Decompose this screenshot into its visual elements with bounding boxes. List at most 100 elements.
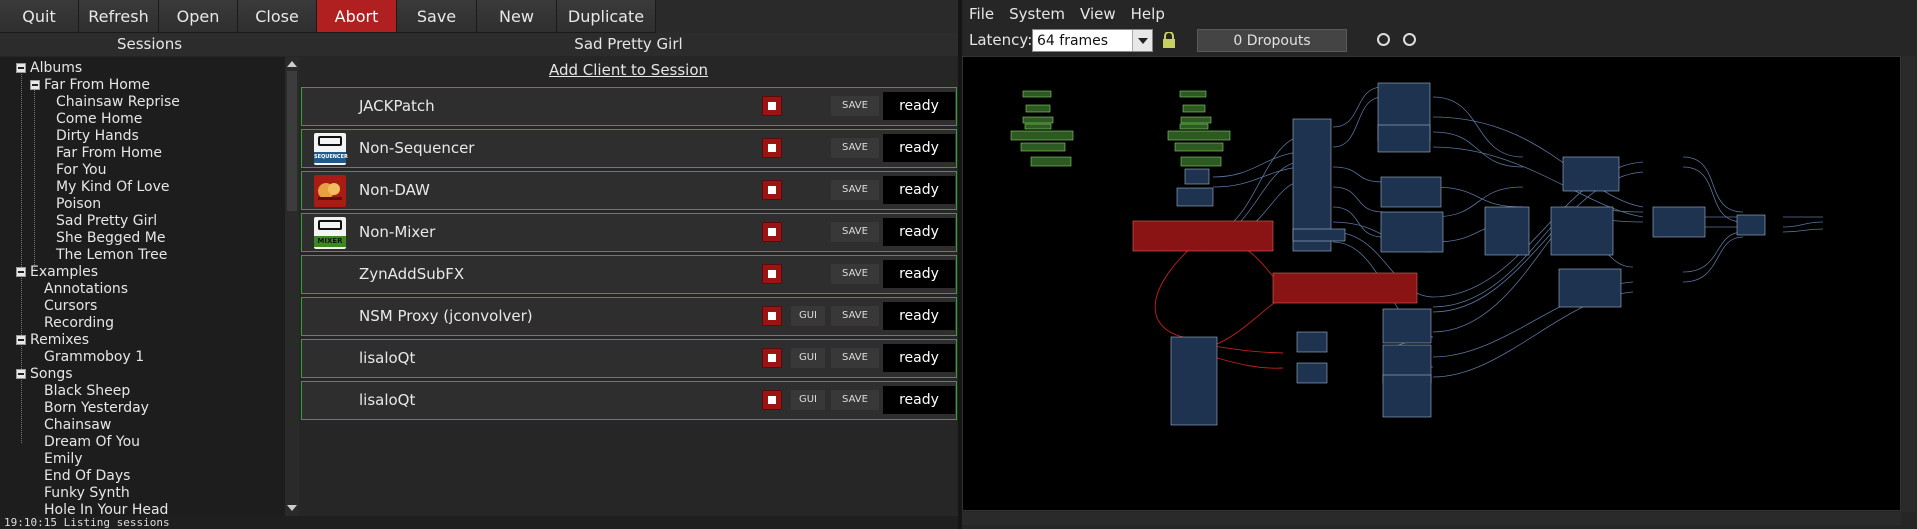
tree-item[interactable]: Cursors — [44, 298, 97, 315]
client-save-button[interactable]: SAVE — [831, 138, 879, 158]
dropouts-indicator[interactable]: 0 Dropouts — [1197, 29, 1347, 52]
transport-icon[interactable] — [1377, 33, 1390, 46]
tree-scrollbar[interactable] — [285, 57, 299, 516]
session-title: Sad Pretty Girl — [299, 33, 958, 56]
tree-item[interactable]: Chainsaw Reprise — [56, 94, 180, 111]
tree-node-far-from-home[interactable]: Far From Home — [30, 77, 150, 94]
stop-client-button[interactable] — [762, 390, 782, 410]
status-line: 19:10:15 Listing sessions — [0, 516, 958, 529]
sessions-header: Sessions — [0, 33, 299, 56]
tree-scroll-thumb[interactable] — [287, 71, 297, 211]
add-client-label: Add Client to Session — [548, 61, 709, 79]
client-save-button[interactable]: SAVE — [831, 264, 879, 284]
abort-button[interactable]: Abort — [317, 0, 397, 33]
patchbay-canvas[interactable] — [962, 56, 1901, 511]
client-name: lisaloQt — [359, 349, 416, 367]
tree-item[interactable]: Annotations — [44, 281, 128, 298]
add-client-button[interactable]: Add Client to Session — [299, 59, 958, 82]
client-save-button[interactable]: SAVE — [831, 222, 879, 242]
tree-item[interactable]: Dream Of You — [44, 434, 140, 451]
client-save-button[interactable]: SAVE — [831, 306, 879, 326]
new-button[interactable]: New — [477, 0, 557, 33]
tree-item[interactable]: Far From Home — [56, 145, 162, 162]
tree-item[interactable]: Dirty Hands — [56, 128, 139, 145]
blue-modules — [1170, 82, 1766, 426]
stop-client-button[interactable] — [762, 306, 782, 326]
tree-item[interactable]: The Lemon Tree — [56, 247, 167, 264]
stop-client-button[interactable] — [762, 180, 782, 200]
duplicate-button[interactable]: Duplicate — [557, 0, 656, 33]
client-save-button[interactable]: SAVE — [831, 180, 879, 200]
tree-item[interactable]: Poison — [56, 196, 101, 213]
chevron-down-icon[interactable] — [1132, 30, 1152, 51]
latency-select[interactable]: 64 frames — [1032, 29, 1153, 52]
icon-caption: SEQUENCER — [314, 152, 348, 163]
stop-client-button[interactable] — [762, 222, 782, 242]
stop-client-button[interactable] — [762, 96, 782, 116]
collapse-icon[interactable] — [30, 80, 40, 90]
client-status: ready — [883, 260, 955, 288]
client-save-button[interactable]: SAVE — [831, 348, 879, 368]
scroll-down-icon[interactable] — [287, 505, 297, 511]
scroll-up-icon[interactable] — [287, 61, 297, 67]
client-save-button[interactable]: SAVE — [831, 96, 879, 116]
collapse-icon[interactable] — [16, 369, 26, 379]
tree-item[interactable]: For You — [56, 162, 106, 179]
tree-node-songs[interactable]: Songs — [16, 366, 73, 383]
tree-node-examples[interactable]: Examples — [16, 264, 98, 281]
non-sequencer-icon: SEQUENCER — [314, 133, 348, 165]
tree-item[interactable]: My Kind Of Love — [56, 179, 170, 196]
client-name: ZynAddSubFX — [359, 265, 465, 283]
icon-caption: MIXER — [314, 236, 346, 247]
menu-view[interactable]: View — [1080, 5, 1116, 23]
client-row: lisaloQt GUI SAVE ready — [301, 339, 957, 378]
quit-button[interactable]: Quit — [0, 0, 79, 33]
stop-client-button[interactable] — [762, 138, 782, 158]
tree-item[interactable]: End Of Days — [44, 468, 130, 485]
client-save-button[interactable]: SAVE — [831, 390, 879, 410]
tree-item[interactable]: Grammoboy 1 — [44, 349, 144, 366]
refresh-button[interactable]: Refresh — [79, 0, 159, 33]
collapse-icon[interactable] — [16, 267, 26, 277]
menu-help[interactable]: Help — [1131, 5, 1165, 23]
save-button[interactable]: Save — [397, 0, 477, 33]
client-gui-button[interactable]: GUI — [791, 306, 825, 326]
settings-icon[interactable] — [1403, 33, 1416, 46]
menu-system[interactable]: System — [1009, 5, 1065, 23]
tree-item-current-session[interactable]: Sad Pretty Girl — [56, 213, 157, 230]
tree-item[interactable]: Chainsaw — [44, 417, 111, 434]
tree-node-albums[interactable]: Albums — [16, 60, 82, 77]
client-gui-button[interactable]: GUI — [791, 390, 825, 410]
lock-icon[interactable] — [1161, 32, 1177, 49]
open-button[interactable]: Open — [159, 0, 238, 33]
tree-item[interactable]: Emily — [44, 451, 83, 468]
tree-item[interactable]: Born Yesterday — [44, 400, 149, 417]
collapse-icon[interactable] — [16, 335, 26, 345]
tree-item[interactable]: Come Home — [56, 111, 142, 128]
tree-node-remixes[interactable]: Remixes — [16, 332, 89, 349]
client-gui-button[interactable]: GUI — [791, 348, 825, 368]
client-status: ready — [883, 134, 955, 162]
canvas-vscrollbar[interactable] — [1902, 56, 1916, 512]
tree-item[interactable]: Funky Synth — [44, 485, 130, 502]
tree-label: Songs — [30, 366, 73, 382]
client-status: ready — [883, 302, 955, 330]
tree-item[interactable]: Recording — [44, 315, 114, 332]
client-name: Non-Sequencer — [359, 139, 475, 157]
client-status: ready — [883, 386, 955, 414]
collapse-icon[interactable] — [16, 63, 26, 73]
stop-client-button[interactable] — [762, 264, 782, 284]
session-toolbar: Quit Refresh Open Close Abort Save New D… — [0, 0, 958, 33]
client-row: JACKPatch SAVE ready — [301, 87, 957, 126]
canvas-hscrollbar[interactable] — [962, 512, 1901, 525]
patchbay-graph — [1010, 82, 1824, 426]
tree-label: Albums — [30, 60, 83, 76]
menu-file[interactable]: File — [969, 5, 994, 23]
tree-item[interactable]: She Begged Me — [56, 230, 165, 247]
close-button[interactable]: Close — [238, 0, 317, 33]
tree-item[interactable]: Black Sheep — [44, 383, 130, 400]
tree-item[interactable]: Hole In Your Head — [44, 502, 168, 516]
stop-client-button[interactable] — [762, 348, 782, 368]
client-row: MIXER Non-Mixer SAVE ready — [301, 213, 957, 252]
patchbay-toolbar: Latency: 64 frames 0 Dropouts — [962, 27, 1917, 54]
